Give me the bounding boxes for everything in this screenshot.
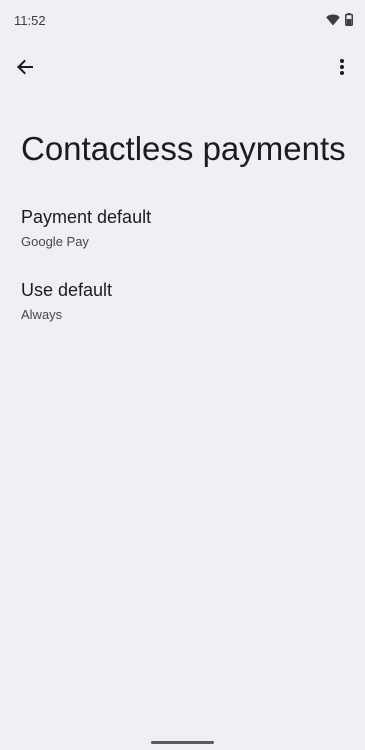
more-vert-icon — [339, 58, 345, 81]
page-title: Contactless payments — [21, 130, 346, 167]
preference-summary: Google Pay — [21, 234, 89, 249]
status-bar: 11:52 — [0, 0, 365, 40]
status-icons — [326, 13, 353, 31]
payment-default-preference[interactable]: Payment default Google Pay — [0, 206, 365, 262]
arrow-back-icon — [16, 58, 34, 81]
battery-icon — [345, 13, 353, 31]
back-button[interactable] — [10, 54, 40, 84]
preference-summary: Always — [21, 307, 63, 322]
use-default-preference[interactable]: Use default Always — [0, 279, 365, 335]
app-bar — [0, 48, 365, 88]
wifi-icon — [326, 13, 340, 31]
navigation-handle[interactable] — [151, 741, 214, 744]
preference-title: Payment default — [21, 207, 152, 227]
status-time: 11:52 — [14, 13, 46, 28]
more-options-button[interactable] — [327, 54, 357, 84]
preference-title: Use default — [21, 280, 113, 300]
